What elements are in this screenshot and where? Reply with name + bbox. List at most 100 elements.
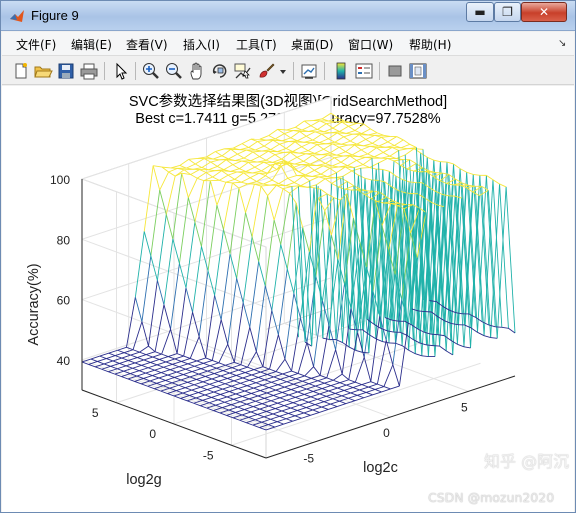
surface-mesh-line	[342, 170, 353, 177]
surface-mesh-line	[304, 366, 314, 377]
surface-mesh-line	[335, 390, 345, 394]
menu-window[interactable]: 窗口(W)	[348, 36, 393, 53]
surface-mesh-line	[420, 152, 428, 158]
link-plot-icon[interactable]	[299, 61, 319, 81]
surface-mesh-line	[288, 410, 298, 414]
surface-mesh-line	[490, 337, 498, 339]
surface-mesh-line	[486, 175, 494, 181]
menu-edit[interactable]: 编辑(E)	[71, 36, 112, 53]
close-button[interactable]: ✕	[521, 2, 567, 22]
surface-mesh-line	[274, 423, 284, 428]
menu-tools[interactable]: 工具(T)	[236, 36, 277, 53]
surface-mesh-line	[354, 357, 365, 383]
surface-mesh-line	[304, 391, 314, 395]
surface-mesh-line	[275, 358, 286, 372]
surface-mesh-line	[466, 171, 474, 175]
rotate-3d-icon[interactable]	[210, 61, 230, 81]
surface-mesh-line	[313, 366, 321, 376]
edit-plot-icon[interactable]	[111, 61, 131, 81]
surface-mesh-line	[338, 144, 349, 148]
data-cursor-icon[interactable]	[233, 61, 253, 81]
pan-icon[interactable]	[187, 61, 207, 81]
zoom-in-icon[interactable]	[141, 61, 161, 81]
surface-mesh-line	[332, 398, 340, 402]
csdn-watermark: CSDN @mozun2020	[428, 490, 555, 505]
surface-mesh-line	[330, 112, 338, 118]
surface-mesh-line	[291, 370, 299, 374]
surface-mesh-line	[337, 403, 347, 407]
surface-mesh-line	[370, 128, 378, 134]
surface-mesh-line	[365, 139, 373, 144]
menu-file[interactable]: 文件(F)	[16, 36, 56, 53]
surface-mesh-line	[387, 136, 397, 143]
surface-mesh-line	[415, 353, 422, 357]
surface-mesh-line	[333, 379, 341, 384]
legend-icon[interactable]	[354, 61, 374, 81]
surface-mesh-line	[266, 411, 274, 415]
surface-mesh-line	[308, 398, 318, 403]
surface-mesh-line	[409, 143, 417, 148]
menu-help[interactable]: 帮助(H)	[409, 36, 451, 53]
maximize-button[interactable]: ❐	[494, 2, 521, 22]
surface-mesh-line	[326, 395, 334, 400]
print-icon[interactable]	[79, 61, 99, 81]
save-icon[interactable]	[56, 61, 76, 81]
z-tick-label: 40	[57, 354, 71, 368]
surface-mesh-line	[372, 142, 380, 147]
surface-mesh-line	[281, 407, 291, 412]
surface-mesh-line	[328, 325, 337, 350]
surface-mesh-line	[277, 384, 285, 388]
surface-mesh-line	[284, 358, 292, 372]
surface-mesh-line	[289, 373, 299, 377]
surface-mesh-line	[230, 170, 238, 173]
surface-mesh-line	[341, 392, 351, 397]
new-figure-icon[interactable]	[11, 61, 31, 81]
hide-plot-tools-icon[interactable]	[385, 61, 405, 81]
minimize-button[interactable]: ▬	[466, 2, 494, 22]
dock-figure-icon[interactable]: ↘	[558, 38, 566, 49]
surface-mesh-line	[310, 396, 318, 400]
menu-desktop[interactable]: 桌面(D)	[291, 36, 334, 53]
surface-mesh-line	[383, 364, 394, 387]
y-axis-label: log2g	[126, 472, 161, 488]
toolbar-separator	[379, 62, 380, 80]
surface-mesh-line	[306, 407, 313, 411]
figure-toolbar	[2, 57, 574, 85]
surface-mesh-line	[286, 129, 294, 132]
surface-mesh-line	[297, 388, 307, 393]
z-tick-label: 60	[57, 294, 71, 308]
surface-mesh-line	[343, 133, 353, 138]
surface-mesh-line	[312, 409, 320, 413]
surface-mesh-line	[317, 377, 327, 382]
menu-insert[interactable]: 插入(I)	[183, 36, 220, 53]
surface-mesh-line	[290, 407, 298, 411]
surface-mesh-line	[348, 125, 356, 131]
brush-dropdown-icon[interactable]	[278, 61, 288, 81]
surface-mesh-line	[282, 389, 292, 393]
surface-mesh-line	[290, 389, 298, 393]
colorbar-icon[interactable]	[331, 61, 351, 81]
title-bar[interactable]: Figure 9 ▬ ❐ ✕	[1, 1, 575, 31]
surface-mesh-line	[270, 400, 278, 404]
surface-mesh-line	[389, 170, 397, 177]
brush-icon[interactable]	[256, 61, 276, 81]
menu-bar: 文件(F) 编辑(E) 查看(V) 插入(I) 工具(T) 桌面(D) 窗口(W…	[2, 32, 574, 56]
surface-mesh-line	[279, 397, 287, 401]
zoom-out-icon[interactable]	[164, 61, 184, 81]
surface-mesh-line	[389, 150, 399, 157]
surface-mesh-line	[294, 415, 302, 419]
surface-mesh-line	[382, 168, 390, 172]
surface-mesh-line	[351, 167, 361, 172]
surface-mesh-line	[372, 136, 382, 144]
show-plot-tools-icon[interactable]	[408, 61, 428, 81]
surface-mesh-line	[294, 412, 305, 417]
surface-mesh-line	[310, 393, 320, 398]
surface-mesh-line	[362, 157, 373, 165]
surface-mesh-line	[289, 375, 296, 380]
open-file-icon[interactable]	[33, 61, 53, 81]
menu-view[interactable]: 查看(V)	[126, 36, 168, 53]
surface-mesh-line	[357, 394, 364, 399]
surface-mesh-line	[275, 386, 285, 391]
surface-mesh-line	[345, 144, 355, 153]
surface-mesh-line	[378, 158, 388, 164]
